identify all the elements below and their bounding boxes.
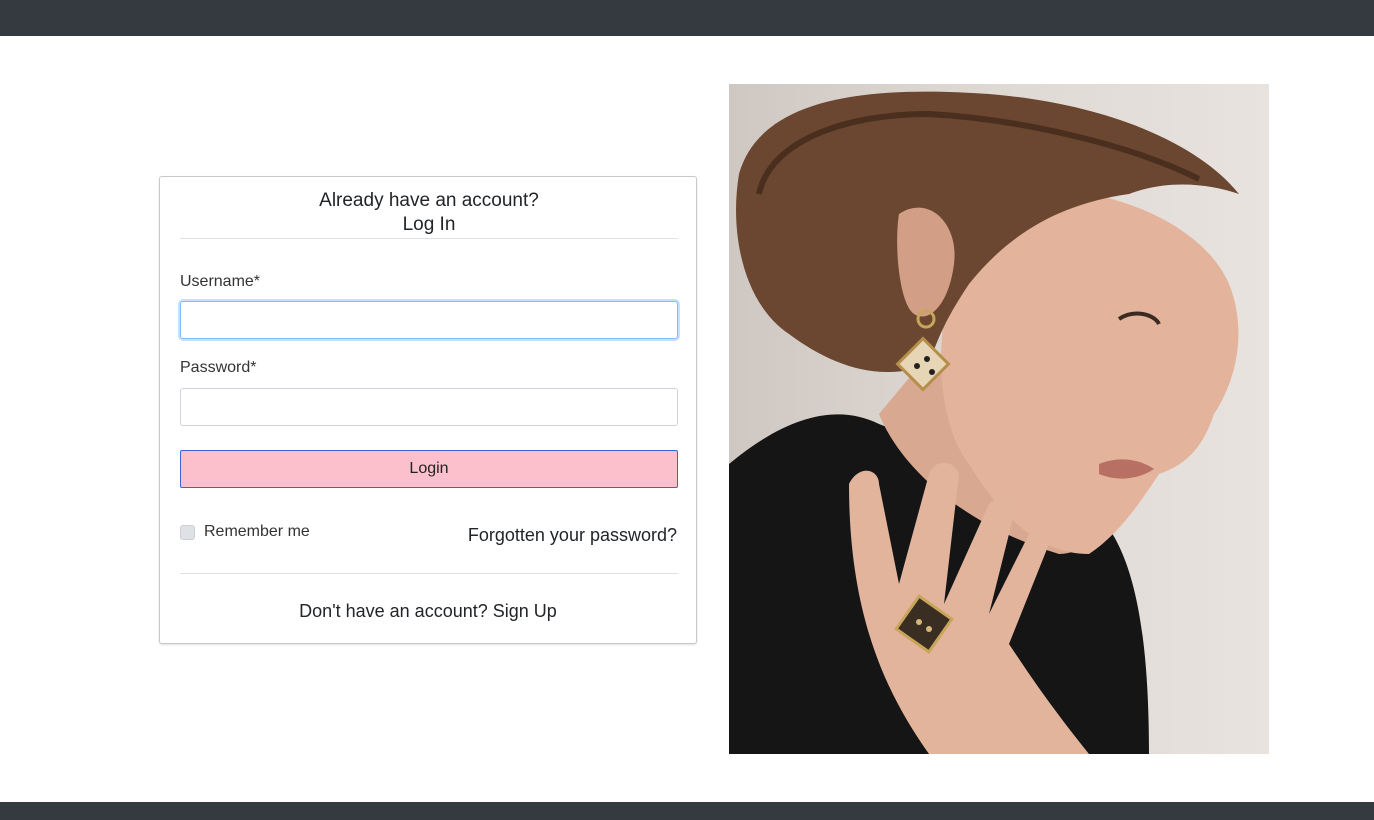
signup-link[interactable]: Sign Up (493, 601, 557, 621)
top-navbar (0, 0, 1374, 36)
login-card: Already have an account? Log In Username… (159, 176, 697, 644)
remember-me-label[interactable]: Remember me (204, 523, 310, 541)
forgot-password-link[interactable]: Forgotten your password? (468, 525, 677, 546)
username-input[interactable] (180, 301, 678, 339)
login-card-header: Already have an account? Log In (180, 189, 678, 239)
login-title-line1: Already have an account? (319, 190, 539, 211)
username-label: Username* (180, 273, 261, 290)
signup-prompt: Don't have an account? (299, 601, 488, 621)
login-button[interactable]: Login (180, 450, 678, 488)
password-label: Password* (180, 359, 257, 376)
model-jewelry-photo (729, 84, 1269, 754)
password-input[interactable] (180, 388, 678, 426)
remember-me: Remember me (180, 521, 310, 543)
model-illustration (729, 91, 1239, 754)
card-divider (180, 573, 678, 574)
footer-bar (0, 802, 1374, 820)
remember-me-checkbox[interactable] (180, 524, 195, 540)
signup-line: Don't have an account? Sign Up (160, 601, 696, 622)
login-title-line2: Log In (402, 214, 456, 235)
